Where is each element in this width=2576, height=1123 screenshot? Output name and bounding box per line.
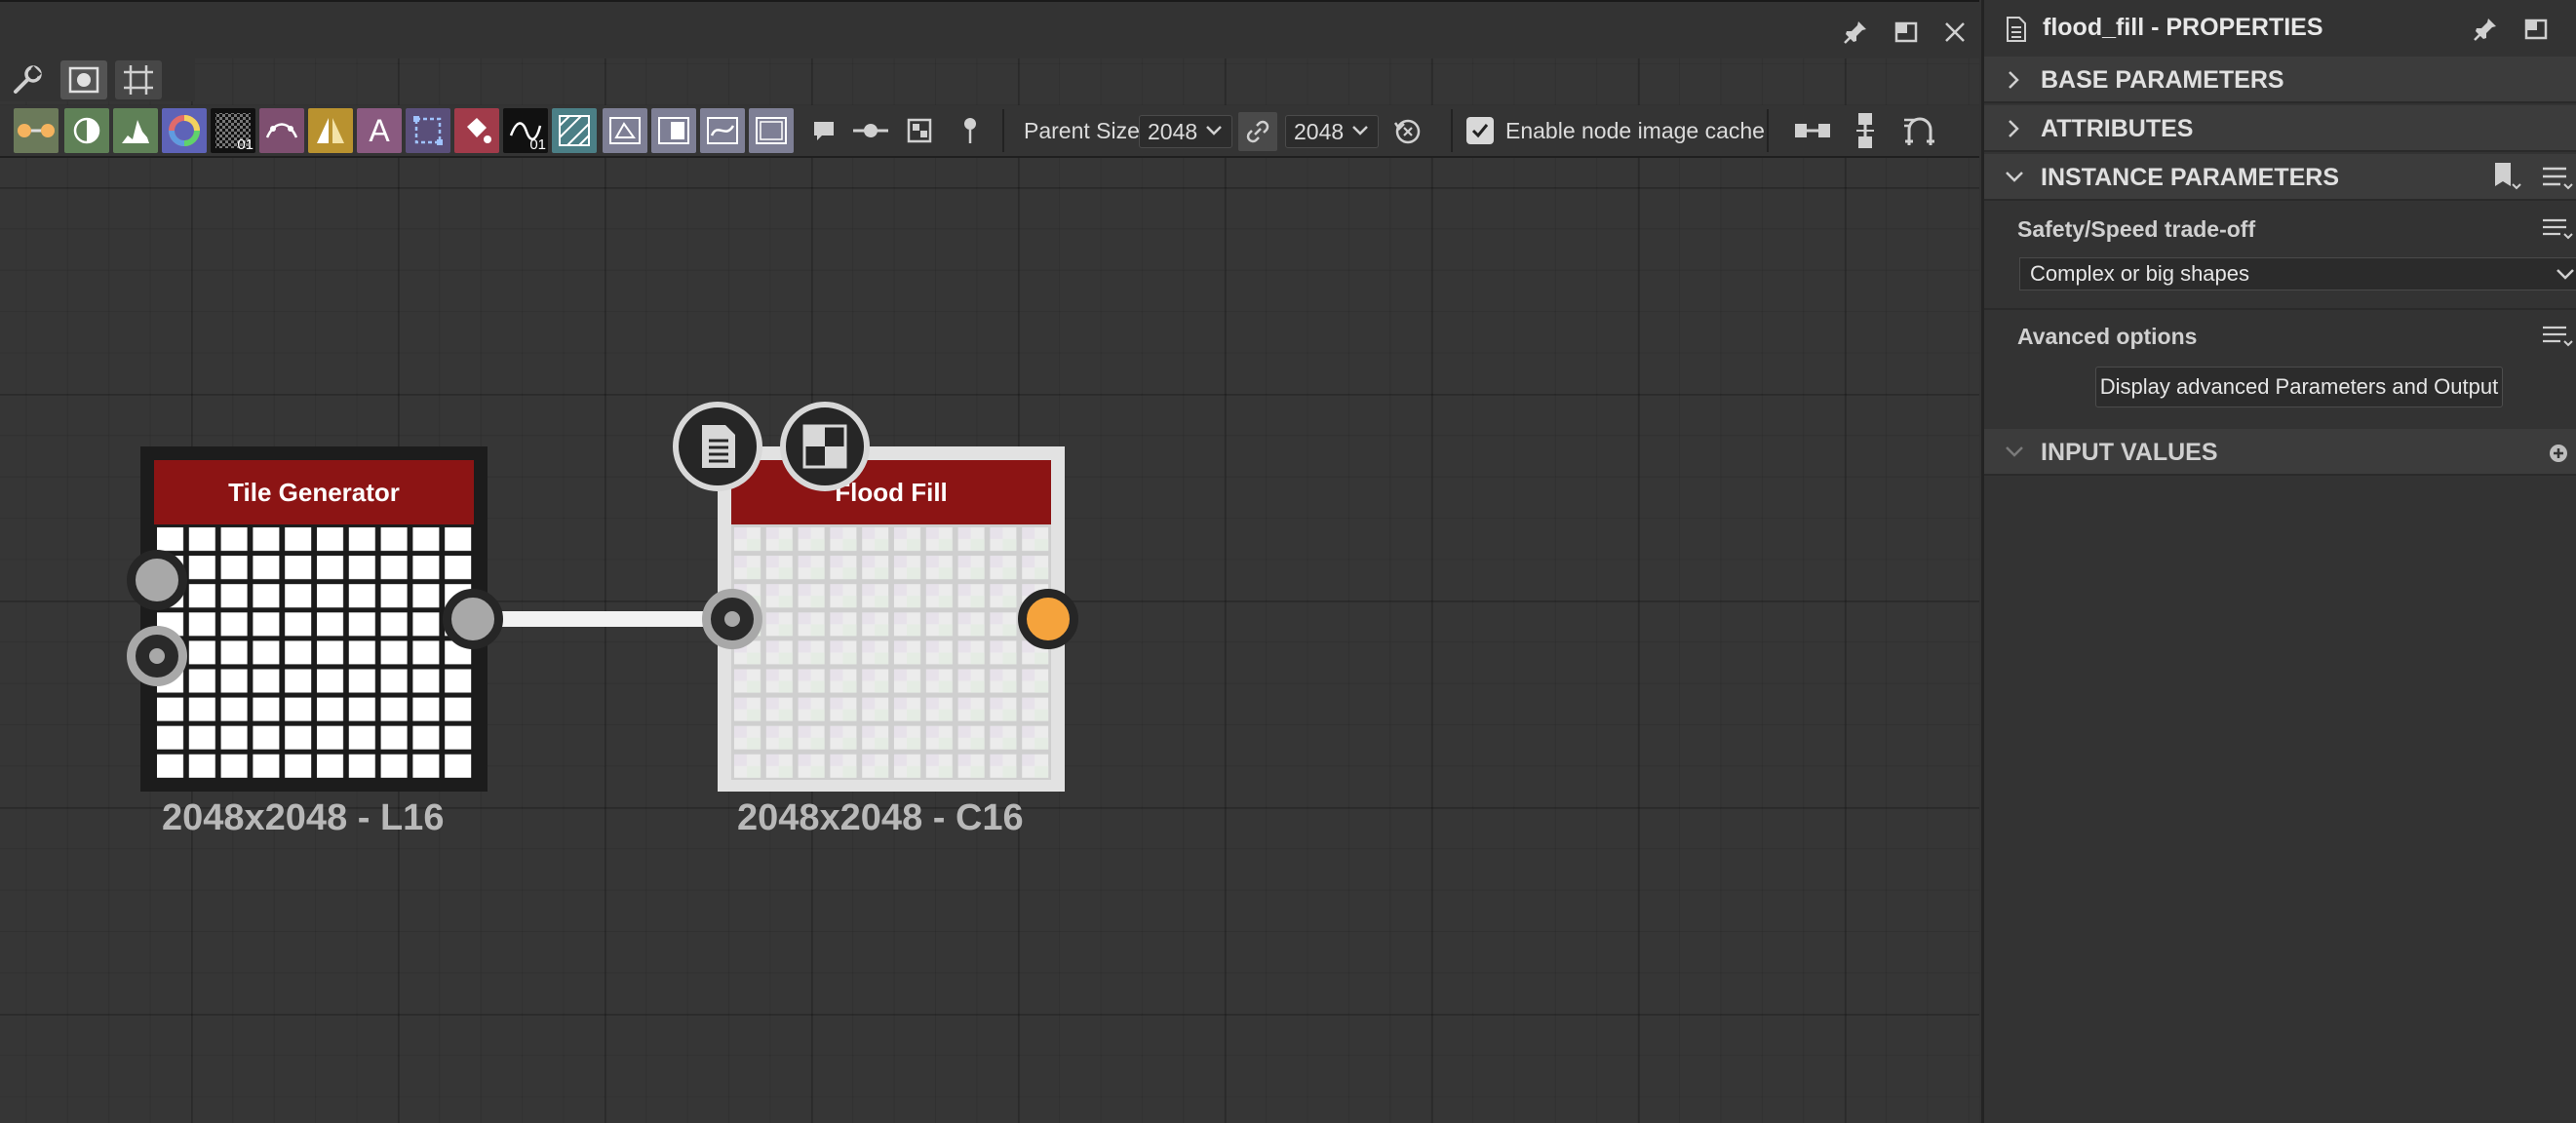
section-input-values[interactable]: INPUT VALUES (1984, 429, 2576, 476)
output-port[interactable] (443, 589, 503, 649)
param-menu-icon[interactable] (2538, 322, 2576, 351)
safety-speed-label: Safety/Speed trade-off (2017, 216, 2256, 242)
preset-icon[interactable] (2491, 160, 2522, 195)
advanced-options-label: Avanced options (2017, 324, 2198, 349)
graph-canvas[interactable]: 01 A 01 Parent Size: 2048 2048 Enable no… (0, 0, 1979, 1123)
section-attributes[interactable]: ATTRIBUTES (1984, 105, 2576, 152)
safety-speed-value: Complex or big shapes (2030, 261, 2250, 286)
chevron-right-icon (2004, 68, 2023, 98)
tile-grid-thumbnail (154, 524, 474, 780)
section-label: INSTANCE PARAMETERS (2041, 164, 2340, 191)
input-port[interactable] (127, 550, 187, 610)
document-icon (2002, 14, 2031, 45)
node-title: Tile Generator (154, 460, 474, 524)
safety-speed-select[interactable]: Complex or big shapes (2019, 257, 2576, 290)
divider (1984, 308, 2576, 310)
properties-panel: flood_fill - PROPERTIES BASE PARAMETERS … (1981, 0, 2576, 1123)
chevron-down-icon (2004, 166, 2025, 196)
flood-fill-thumbnail (731, 524, 1051, 780)
flood-fill-node[interactable]: Flood Fill (718, 446, 1065, 792)
maximize-icon[interactable] (2520, 14, 2552, 45)
pin-icon[interactable] (2470, 14, 2501, 45)
input-port[interactable] (702, 589, 762, 649)
node-thumbnail (731, 524, 1051, 780)
menu-icon[interactable] (2538, 160, 2576, 195)
chevron-down-icon (2004, 441, 2025, 471)
section-instance-parameters[interactable]: INSTANCE PARAMETERS (1984, 154, 2576, 201)
section-label: ATTRIBUTES (2041, 115, 2194, 142)
display-advanced-button[interactable]: Display advanced Parameters and Output (2095, 367, 2503, 407)
output-port[interactable] (1018, 589, 1078, 649)
checker-badge-icon[interactable] (780, 402, 870, 491)
document-badge-icon[interactable] (673, 402, 762, 491)
node-resolution-label: 2048x2048 - C16 (737, 797, 1024, 838)
panel-title: flood_fill - PROPERTIES (2043, 14, 2323, 41)
chevron-right-icon (2004, 117, 2023, 147)
node-title: Flood Fill (731, 460, 1051, 524)
add-icon[interactable] (2546, 441, 2571, 466)
tile-generator-node[interactable]: Tile Generator (140, 446, 488, 792)
input-port[interactable] (127, 626, 187, 686)
section-label: BASE PARAMETERS (2041, 66, 2284, 94)
section-label: INPUT VALUES (2041, 439, 2218, 466)
param-menu-icon[interactable] (2538, 214, 2576, 244)
node-thumbnail (154, 524, 474, 780)
node-resolution-label: 2048x2048 - L16 (162, 797, 445, 838)
chevron-down-icon (2555, 263, 2576, 290)
section-base-parameters[interactable]: BASE PARAMETERS (1984, 57, 2576, 103)
